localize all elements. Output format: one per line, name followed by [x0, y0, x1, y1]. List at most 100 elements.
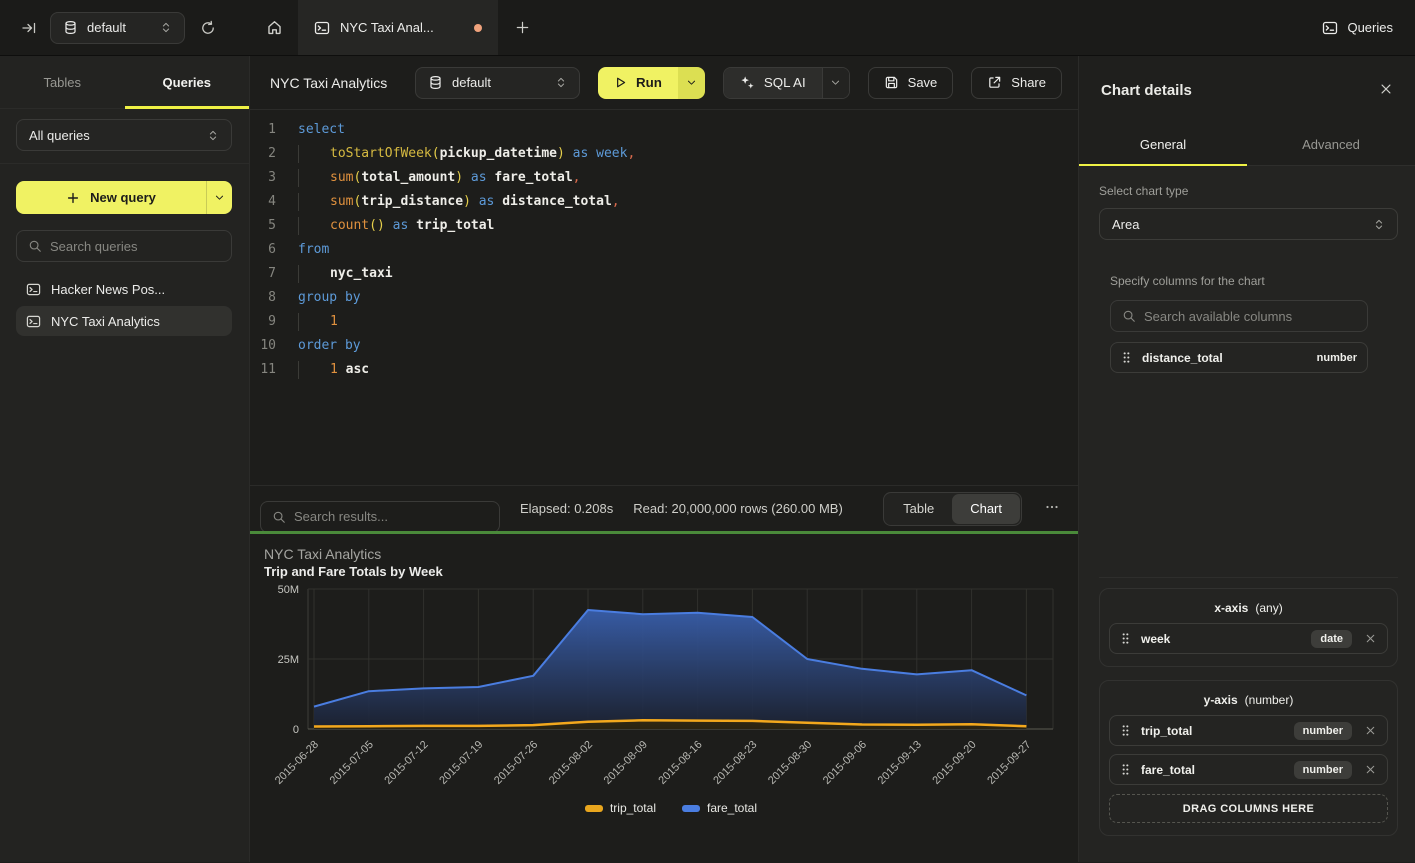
svg-text:2015-08-16: 2015-08-16 — [656, 739, 704, 787]
drag-handle-icon[interactable] — [1120, 763, 1131, 776]
new-tab-button[interactable] — [498, 0, 546, 55]
home-icon — [266, 19, 283, 36]
run-button[interactable]: Run — [598, 67, 678, 99]
code-line[interactable]: 1select — [250, 118, 1078, 142]
code-line[interactable]: 2toStartOfWeek(pickup_datetime) as week, — [250, 142, 1078, 166]
svg-text:2015-08-02: 2015-08-02 — [547, 739, 595, 787]
search-icon — [28, 239, 42, 253]
column-chip-fare_total[interactable]: fare_totalnumber — [1109, 754, 1388, 785]
line-number: 1 — [250, 118, 286, 142]
code-tokens: sum(total_amount) as fare_total, — [286, 166, 580, 190]
tab-nyc-taxi-analytics[interactable]: NYC Taxi Anal... — [298, 0, 498, 55]
column-type-badge: number — [1294, 722, 1352, 740]
query-search-input[interactable] — [50, 239, 220, 254]
arrow-right-to-bar-icon — [21, 20, 37, 36]
column-name: fare_total — [1141, 763, 1195, 777]
refresh-icon — [200, 20, 216, 36]
chevron-down-icon — [214, 192, 225, 203]
run-database-selector[interactable]: default — [415, 67, 580, 99]
collapse-sidebar-button[interactable] — [14, 13, 44, 43]
new-query-button[interactable]: New query — [16, 181, 232, 214]
columns-search[interactable] — [1110, 300, 1368, 332]
column-chip-trip_total[interactable]: trip_totalnumber — [1109, 715, 1388, 746]
tab-advanced[interactable]: Advanced — [1247, 124, 1415, 165]
chart-details-panel: Chart details General Advanced Select ch… — [1078, 56, 1415, 862]
panel-spacer — [1099, 373, 1398, 577]
svg-text:0: 0 — [293, 724, 299, 736]
remove-column-icon[interactable] — [1364, 763, 1377, 776]
sparkles-icon — [740, 75, 755, 90]
code-tokens: count() as trip_total — [286, 214, 494, 238]
new-query-main[interactable]: New query — [16, 190, 206, 205]
line-number: 5 — [250, 214, 286, 238]
play-icon — [614, 76, 627, 89]
line-number: 9 — [250, 310, 286, 334]
code-tokens: 1 asc — [286, 358, 369, 382]
sidebar-body: All queries New query — [0, 109, 249, 336]
code-line[interactable]: 111 asc — [250, 358, 1078, 382]
queries-button[interactable]: Queries — [1322, 20, 1393, 36]
chart-type-select[interactable]: Area — [1099, 208, 1398, 240]
y-axis-header: y-axis (number) — [1109, 693, 1388, 707]
columns-search-input[interactable] — [1144, 309, 1356, 324]
legend-item-fare_total[interactable]: fare_total — [682, 801, 757, 815]
y-axis-box[interactable]: y-axis (number) trip_totalnumber fare_tot… — [1099, 680, 1398, 836]
code-line[interactable]: 6from — [250, 238, 1078, 262]
drag-handle-icon[interactable] — [1121, 351, 1132, 364]
save-button[interactable]: Save — [868, 67, 954, 99]
line-number: 2 — [250, 142, 286, 166]
code-line[interactable]: 7nyc_taxi — [250, 262, 1078, 286]
drag-columns-dropzone[interactable]: DRAG COLUMNS HERE — [1109, 794, 1388, 823]
code-line[interactable]: 10order by — [250, 334, 1078, 358]
tab-tables[interactable]: Tables — [0, 56, 125, 108]
code-tokens: 1 — [286, 310, 338, 334]
code-line[interactable]: 8group by — [250, 286, 1078, 310]
share-button[interactable]: Share — [971, 67, 1062, 99]
remove-column-icon[interactable] — [1364, 632, 1377, 645]
query-search[interactable] — [16, 230, 232, 262]
drag-handle-icon[interactable] — [1120, 724, 1131, 737]
code-line[interactable]: 4sum(trip_distance) as distance_total, — [250, 190, 1078, 214]
sql-ai-dropdown[interactable] — [822, 68, 849, 98]
column-chip-week[interactable]: weekdate — [1109, 623, 1388, 654]
sql-ai-button[interactable]: SQL AI — [724, 68, 822, 98]
run-options-dropdown[interactable] — [678, 67, 705, 99]
sql-editor[interactable]: 1select2toStartOfWeek(pickup_datetime) a… — [250, 110, 1078, 486]
code-line[interactable]: 5count() as trip_total — [250, 214, 1078, 238]
results-search-input[interactable] — [294, 509, 488, 524]
save-icon — [884, 75, 899, 90]
share-button-label: Share — [1011, 75, 1046, 90]
sql-ai-label: SQL AI — [764, 75, 806, 90]
x-axis-box[interactable]: x-axis (any) weekdate — [1099, 588, 1398, 667]
line-number: 11 — [250, 358, 286, 382]
chart-view-button[interactable]: Chart — [952, 494, 1020, 524]
sidebar-tabs: Tables Queries — [0, 56, 249, 109]
column-name: distance_total — [1142, 351, 1223, 365]
main-toolbar: default Run — [415, 67, 1062, 99]
x-axis-constraint: (any) — [1255, 601, 1282, 615]
code-line[interactable]: 91 — [250, 310, 1078, 334]
close-panel-button[interactable] — [1379, 82, 1393, 99]
remove-column-icon[interactable] — [1364, 724, 1377, 737]
query-list-item[interactable]: Hacker News Pos... — [16, 274, 232, 304]
code-lines: 1select2toStartOfWeek(pickup_datetime) a… — [250, 118, 1078, 382]
new-query-dropdown[interactable] — [206, 181, 232, 214]
run-button-label: Run — [636, 75, 662, 90]
chart-type-value: Area — [1112, 217, 1139, 232]
chart-legend: trip_total fare_total — [264, 801, 1078, 815]
query-list-item[interactable]: NYC Taxi Analytics — [16, 306, 232, 336]
code-line[interactable]: 3sum(total_amount) as fare_total, — [250, 166, 1078, 190]
topbar-database-selector[interactable]: default — [50, 12, 185, 44]
table-view-button[interactable]: Table — [885, 494, 952, 524]
query-filter-select[interactable]: All queries — [16, 119, 232, 151]
results-search[interactable] — [260, 501, 500, 533]
home-tab-button[interactable] — [250, 0, 298, 55]
tab-queries[interactable]: Queries — [125, 56, 250, 108]
results-more-button[interactable] — [1042, 499, 1062, 518]
y-axis-title: y-axis — [1204, 693, 1238, 707]
drag-handle-icon[interactable] — [1120, 632, 1131, 645]
column-chip-distance_total[interactable]: distance_totalnumber — [1110, 342, 1368, 373]
legend-item-trip_total[interactable]: trip_total — [585, 801, 656, 815]
tab-general[interactable]: General — [1079, 124, 1247, 165]
refresh-button[interactable] — [193, 13, 223, 43]
